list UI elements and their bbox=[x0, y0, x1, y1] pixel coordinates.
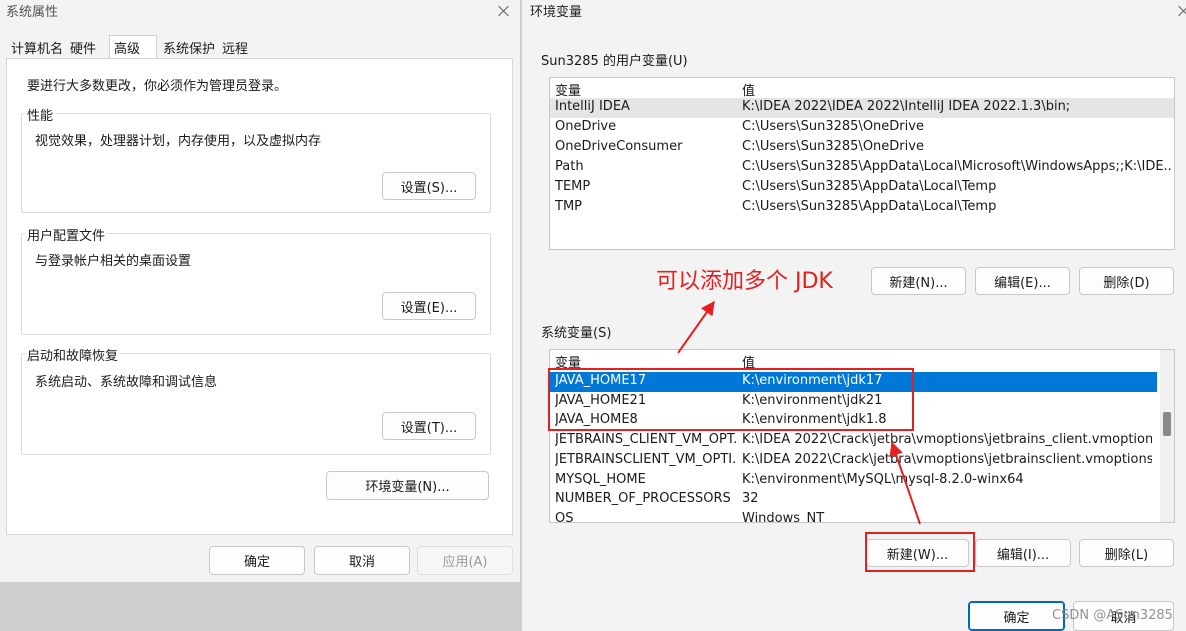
window-title: 系统属性 bbox=[6, 5, 59, 20]
highlight-new-button bbox=[865, 532, 975, 572]
table-row[interactable]: JETBRAINSCLIENT_VM_OPTI... K:\IDEA 2022\… bbox=[550, 451, 1174, 471]
startup-recovery-desc: 系统启动、系统故障和调试信息 bbox=[35, 375, 218, 390]
table-row[interactable]: JETBRAINS_CLIENT_VM_OPT... K:\IDEA 2022\… bbox=[550, 431, 1174, 451]
user-profile-settings-button[interactable]: 设置(E)... bbox=[382, 292, 476, 320]
table-row[interactable]: Path C:\Users\Sun3285\AppData\Local\Micr… bbox=[550, 158, 1174, 178]
system-properties-window: 系统属性 计算机名 硬件 高级 系统保护 远程 要进行大多数更改，你必须作为管理… bbox=[0, 0, 520, 582]
environment-variables-window: 环境变量 Sun3285 的用户变量(U) 变量 值 IntelliJ IDEA… bbox=[522, 0, 1186, 631]
startup-settings-button[interactable]: 设置(T)... bbox=[382, 412, 476, 440]
variable-value: K:\environment\MySQL\mysql-8.2.0-winx64 bbox=[742, 472, 1024, 487]
variable-value: C:\Users\Sun3285\AppData\Local\Temp bbox=[742, 179, 997, 194]
variable-value: C:\Users\Sun3285\OneDrive bbox=[742, 139, 924, 154]
variable-value: C:\Users\Sun3285\OneDrive bbox=[742, 119, 924, 134]
tab-hardware[interactable]: 硬件 bbox=[66, 36, 100, 58]
window-title: 环境变量 bbox=[530, 5, 583, 20]
tab-remote[interactable]: 远程 bbox=[218, 36, 252, 58]
system-edit-button[interactable]: 编辑(I)... bbox=[975, 539, 1071, 567]
column-header-variable[interactable]: 变量 bbox=[555, 80, 581, 99]
table-row[interactable]: TEMP C:\Users\Sun3285\AppData\Local\Temp bbox=[550, 178, 1174, 198]
startup-recovery-title: 启动和故障恢复 bbox=[25, 345, 121, 364]
variable-name: JETBRAINSCLIENT_VM_OPTI... bbox=[555, 452, 737, 467]
column-header-value[interactable]: 值 bbox=[742, 80, 755, 99]
admin-note: 要进行大多数更改，你必须作为管理员登录。 bbox=[27, 79, 288, 94]
variable-name: TEMP bbox=[555, 179, 591, 194]
user-profile-title: 用户配置文件 bbox=[25, 225, 108, 244]
table-row[interactable]: OneDrive C:\Users\Sun3285\OneDrive bbox=[550, 118, 1174, 138]
user-edit-button[interactable]: 编辑(E)... bbox=[975, 267, 1070, 295]
variable-name: TMP bbox=[555, 199, 582, 214]
variable-value: C:\Users\Sun3285\AppData\Local\Microsoft… bbox=[742, 159, 1172, 174]
variable-name: JETBRAINS_CLIENT_VM_OPT... bbox=[555, 432, 737, 447]
variable-name: OS bbox=[555, 511, 574, 523]
table-row[interactable]: NUMBER_OF_PROCESSORS 32 bbox=[550, 490, 1174, 510]
watermark: CSDN @ASun3285 bbox=[1052, 608, 1173, 623]
variable-value: K:\IDEA 2022\IDEA 2022\IntelliJ IDEA 202… bbox=[742, 99, 1071, 114]
system-delete-button[interactable]: 删除(L) bbox=[1079, 539, 1174, 567]
variable-name: OneDrive bbox=[555, 119, 617, 134]
performance-settings-button[interactable]: 设置(S)... bbox=[382, 172, 476, 200]
table-row[interactable]: TMP C:\Users\Sun3285\AppData\Local\Temp bbox=[550, 198, 1174, 218]
performance-title: 性能 bbox=[25, 105, 56, 124]
tab-advanced[interactable]: 高级 bbox=[109, 35, 157, 59]
advanced-tab-panel: 要进行大多数更改，你必须作为管理员登录。 性能 视觉效果，处理器计划，内存使用，… bbox=[6, 58, 513, 535]
ok-button[interactable]: 确定 bbox=[968, 601, 1065, 631]
table-row[interactable]: MYSQL_HOME K:\environment\MySQL\mysql-8.… bbox=[550, 471, 1174, 491]
variable-value: 32 bbox=[742, 491, 759, 506]
environment-variables-button[interactable]: 环境变量(N)... bbox=[326, 471, 489, 500]
variable-value: K:\IDEA 2022\Crack\jetbra\vmoptions\jetb… bbox=[742, 452, 1152, 467]
variable-name: Path bbox=[555, 159, 584, 174]
variable-name: OneDriveConsumer bbox=[555, 139, 683, 154]
variable-name: NUMBER_OF_PROCESSORS bbox=[555, 491, 731, 506]
variable-name: IntelliJ IDEA bbox=[555, 99, 630, 114]
table-row[interactable]: OS Windows_NT bbox=[550, 510, 1174, 523]
user-variables-label: Sun3285 的用户变量(U) bbox=[541, 54, 688, 69]
scrollbar[interactable] bbox=[1160, 350, 1174, 522]
user-variables-list[interactable]: 变量 值 IntelliJ IDEA K:\IDEA 2022\IDEA 202… bbox=[549, 77, 1175, 250]
performance-desc: 视觉效果，处理器计划，内存使用，以及虚拟内存 bbox=[35, 134, 322, 149]
tab-system-protection[interactable]: 系统保护 bbox=[159, 36, 219, 58]
table-row[interactable]: OneDriveConsumer C:\Users\Sun3285\OneDri… bbox=[550, 138, 1174, 158]
apply-button[interactable]: 应用(A) bbox=[417, 546, 513, 575]
variable-value: K:\IDEA 2022\Crack\jetbra\vmoptions\jetb… bbox=[742, 432, 1152, 447]
annotation-text: 可以添加多个 JDK bbox=[656, 269, 833, 294]
user-new-button[interactable]: 新建(N)... bbox=[871, 267, 966, 295]
tab-computer-name[interactable]: 计算机名 bbox=[7, 36, 67, 58]
close-icon[interactable] bbox=[494, 1, 514, 21]
close-icon[interactable] bbox=[1174, 1, 1186, 21]
list-header: 变量 值 bbox=[550, 78, 1174, 99]
scrollbar-thumb[interactable] bbox=[1163, 412, 1171, 436]
ok-button[interactable]: 确定 bbox=[209, 546, 305, 575]
table-row[interactable]: IntelliJ IDEA K:\IDEA 2022\IDEA 2022\Int… bbox=[550, 98, 1174, 118]
variable-name: MYSQL_HOME bbox=[555, 472, 646, 487]
cancel-button[interactable]: 取消 bbox=[314, 546, 410, 575]
user-delete-button[interactable]: 删除(D) bbox=[1079, 267, 1174, 295]
variable-value: C:\Users\Sun3285\AppData\Local\Temp bbox=[742, 199, 997, 214]
list-header: 变量 值 bbox=[550, 350, 1174, 371]
highlight-java-home-rows bbox=[548, 368, 914, 431]
variable-value: Windows_NT bbox=[742, 511, 825, 523]
user-profile-desc: 与登录帐户相关的桌面设置 bbox=[35, 254, 192, 269]
system-variables-label: 系统变量(S) bbox=[541, 326, 612, 341]
